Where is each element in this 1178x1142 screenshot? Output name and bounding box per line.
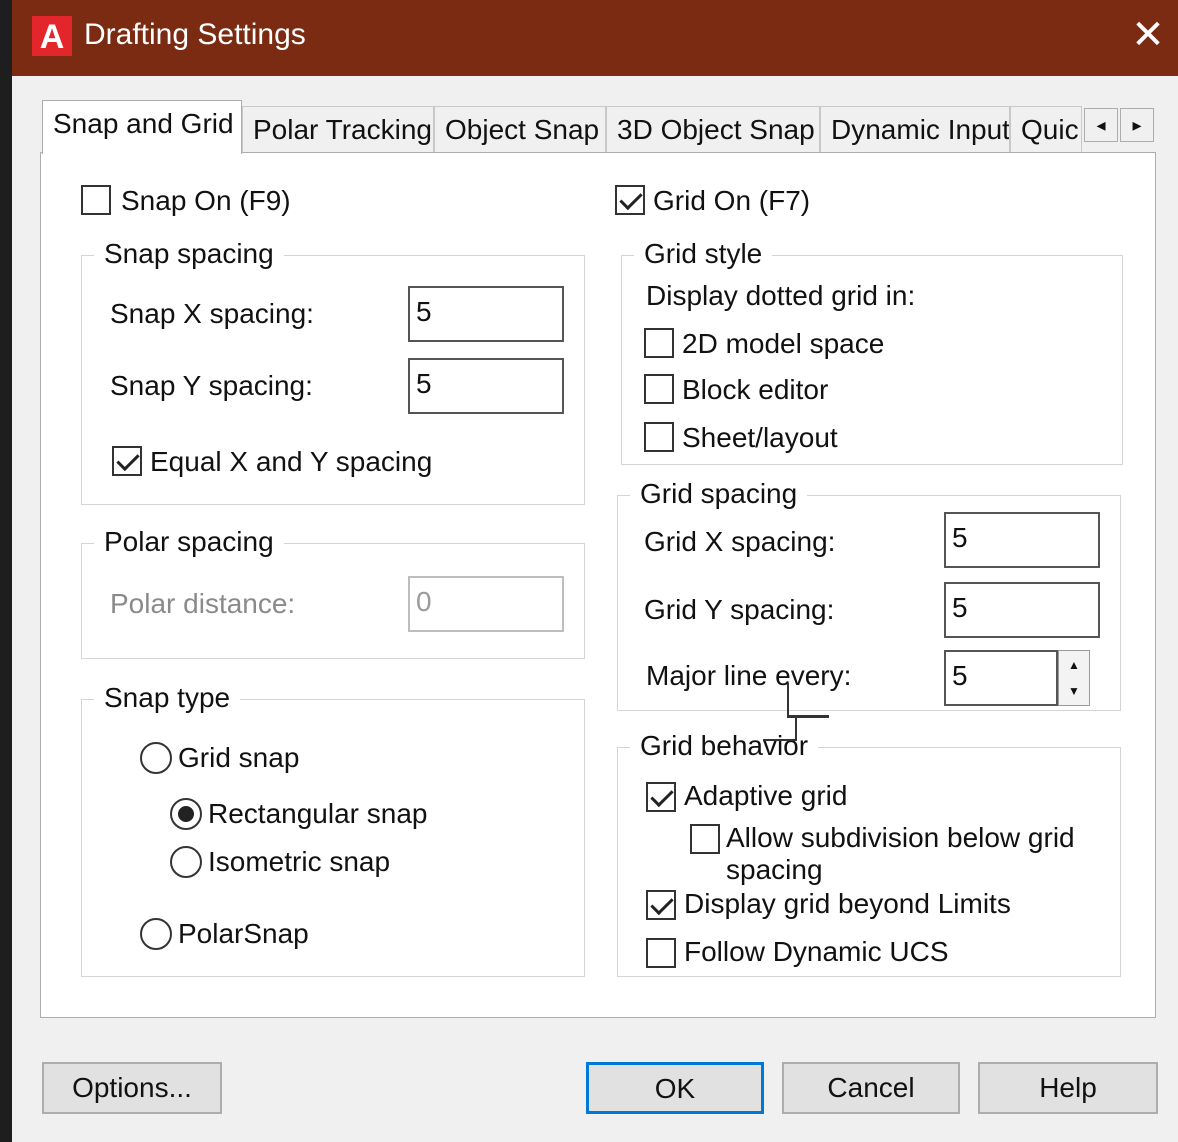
grid-x-label: Grid X spacing: — [644, 526, 836, 557]
tab-3d-object-snap[interactable]: 3D Object Snap — [606, 106, 820, 152]
follow-dynamic-ucs-label: Follow Dynamic UCS — [684, 936, 949, 967]
grid-behavior-title: Grid behavior — [630, 728, 819, 764]
sheet-layout-label: Sheet/layout — [682, 422, 838, 453]
snap-type-title: Snap type — [94, 680, 241, 716]
isometric-snap-label: Isometric snap — [208, 846, 391, 877]
cursor-icon — [787, 683, 789, 717]
tab-snap-and-grid[interactable]: Snap and Grid — [42, 100, 242, 154]
snap-y-input[interactable]: 5 — [408, 358, 564, 414]
tab-polar-tracking[interactable]: Polar Tracking — [242, 106, 434, 152]
tab-scroll-right-icon[interactable]: ▸ — [1120, 108, 1154, 142]
polar-distance-label: Polar distance: — [110, 588, 296, 619]
snap-x-input[interactable]: 5 — [408, 286, 564, 342]
tab-dynamic-input[interactable]: Dynamic Input — [820, 106, 1010, 152]
grid-snap-radio[interactable] — [140, 742, 172, 774]
snap-spacing-title: Snap spacing — [94, 236, 284, 272]
close-icon[interactable]: ✕ — [1124, 12, 1172, 60]
cursor-icon-stroke — [787, 715, 829, 718]
display-beyond-limits-checkbox[interactable] — [646, 890, 676, 920]
major-line-spinner[interactable]: ▲ ▼ — [1058, 650, 1090, 706]
snap-type-group: Snap type Grid snap Rectangular snap Iso… — [81, 680, 585, 977]
allow-subdivision-label: Allow subdivision below grid — [726, 822, 1075, 853]
adaptive-grid-label: Adaptive grid — [684, 780, 848, 811]
polar-spacing-group: Polar spacing Polar distance: 0 — [81, 524, 585, 659]
grid-spacing-title: Grid spacing — [630, 476, 808, 512]
polarsnap-label: PolarSnap — [178, 918, 309, 949]
polar-spacing-title: Polar spacing — [94, 524, 284, 560]
snap-and-grid-panel: Snap On (F9) Snap spacing Snap X spacing… — [40, 152, 1156, 1018]
model-space-label: 2D model space — [682, 328, 885, 359]
snap-x-label: Snap X spacing: — [110, 298, 314, 329]
allow-subdivision-checkbox[interactable] — [690, 824, 720, 854]
grid-behavior-group: Grid behavior Adaptive grid Allow subdiv… — [617, 728, 1121, 977]
equal-xy-label: Equal X and Y spacing — [150, 446, 433, 477]
rectangular-snap-label: Rectangular snap — [208, 798, 428, 829]
grid-on-checkbox[interactable] — [615, 185, 645, 215]
model-space-checkbox[interactable] — [644, 328, 674, 358]
adaptive-grid-checkbox[interactable] — [646, 782, 676, 812]
options-button[interactable]: Options... — [42, 1062, 222, 1114]
spin-up-icon[interactable]: ▲ — [1059, 654, 1089, 676]
isometric-snap-radio[interactable] — [170, 846, 202, 878]
ok-button[interactable]: OK — [586, 1062, 764, 1114]
snap-on-label: Snap On (F9) — [121, 185, 291, 216]
grid-spacing-group: Grid spacing Grid X spacing: 5 Grid Y sp… — [617, 476, 1121, 711]
display-dotted-grid-label: Display dotted grid in: — [646, 280, 916, 311]
allow-subdivision-label-line2: spacing — [726, 854, 823, 885]
cursor-icon-stem — [795, 717, 797, 741]
block-editor-label: Block editor — [682, 374, 829, 405]
grid-snap-label: Grid snap — [178, 742, 300, 773]
grid-y-label: Grid Y spacing: — [644, 594, 835, 625]
grid-y-input[interactable]: 5 — [944, 582, 1100, 638]
display-beyond-limits-label: Display grid beyond Limits — [684, 888, 1011, 919]
grid-style-group: Grid style Display dotted grid in: 2D mo… — [621, 236, 1123, 465]
sheet-layout-checkbox[interactable] — [644, 422, 674, 452]
window-title: Drafting Settings — [84, 18, 306, 51]
snap-on-checkbox[interactable] — [81, 185, 111, 215]
polar-distance-input[interactable]: 0 — [408, 576, 564, 632]
snap-y-label: Snap Y spacing: — [110, 370, 313, 401]
follow-dynamic-ucs-checkbox[interactable] — [646, 938, 676, 968]
grid-x-input[interactable]: 5 — [944, 512, 1100, 568]
tab-object-snap[interactable]: Object Snap — [434, 106, 606, 152]
block-editor-checkbox[interactable] — [644, 374, 674, 404]
cancel-button[interactable]: Cancel — [782, 1062, 960, 1114]
cursor-icon-base — [763, 739, 797, 741]
major-line-label: Major line every: — [646, 660, 852, 691]
rectangular-snap-radio[interactable] — [170, 798, 202, 830]
grid-style-title: Grid style — [634, 236, 773, 272]
spin-down-icon[interactable]: ▼ — [1059, 680, 1089, 702]
title-bar[interactable]: A Drafting Settings ✕ — [12, 0, 1178, 76]
autocad-logo-icon: A — [32, 16, 72, 56]
tab-strip: Snap and Grid Polar Tracking Object Snap… — [12, 100, 1178, 154]
tab-scroll-left-icon[interactable]: ◂ — [1084, 108, 1118, 142]
polarsnap-radio[interactable] — [140, 918, 172, 950]
help-button[interactable]: Help — [978, 1062, 1158, 1114]
drafting-settings-dialog: A Drafting Settings ✕ Snap and Grid Pola… — [12, 0, 1178, 1142]
grid-on-label: Grid On (F7) — [653, 185, 811, 216]
snap-spacing-group: Snap spacing Snap X spacing: 5 Snap Y sp… — [81, 236, 585, 505]
equal-xy-checkbox[interactable] — [112, 446, 142, 476]
tab-quick-properties[interactable]: Quic — [1010, 106, 1082, 152]
major-line-input[interactable]: 5 — [944, 650, 1058, 706]
